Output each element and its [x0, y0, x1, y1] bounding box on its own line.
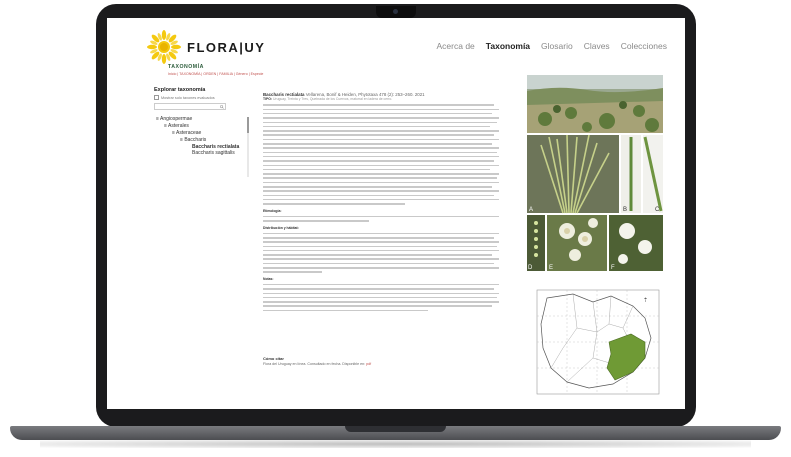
- nav-acerca[interactable]: Acerca de: [437, 41, 475, 51]
- tree-item-asterales[interactable]: ≡ Asterales: [154, 123, 246, 130]
- botanical-plate[interactable]: A B C D E F: [527, 135, 663, 271]
- tree-item-asteraceae[interactable]: ≡ Asteraceae: [154, 130, 246, 137]
- sun-logo-icon: [147, 30, 181, 64]
- svg-text:E: E: [549, 265, 553, 271]
- camera-icon: [393, 9, 398, 14]
- browser-screen: FLORA|UY Acerca de Taxonomía Glosario Cl…: [107, 18, 685, 409]
- distribution-label: Distribución y hábitat:: [263, 225, 299, 230]
- nav-claves[interactable]: Claves: [584, 41, 610, 51]
- svg-text:⇡: ⇡: [643, 297, 648, 304]
- species-authority: Vellarena, Bonif & Heiden, Phytotaxa 478…: [304, 92, 425, 97]
- nav-colecciones[interactable]: Colecciones: [621, 41, 667, 51]
- distribution-map[interactable]: ⇡: [533, 288, 661, 400]
- citation-text: Flora del Uruguay en línea. Consultado e…: [263, 361, 366, 366]
- taxonomy-sidebar: Explorar taxonomía Mostrar solo taxones …: [154, 87, 246, 156]
- svg-text:C: C: [655, 207, 660, 213]
- evaluated-filter[interactable]: Mostrar solo taxones evaluados: [154, 95, 246, 100]
- description-text: [263, 104, 499, 205]
- citation-title: Cómo citar: [263, 356, 284, 361]
- svg-text:F: F: [611, 265, 615, 271]
- citation-block: Cómo citar Flora del Uruguay en línea. C…: [263, 356, 443, 366]
- laptop-shadow: [40, 440, 751, 448]
- tree-item-sagittalis[interactable]: Baccharis sagittalis: [154, 150, 246, 156]
- etymology-label: Etimología:: [263, 208, 282, 213]
- search-icon[interactable]: [220, 104, 224, 109]
- breadcrumb[interactable]: Inicio | TAXONOMÍA | ORDEN | FAMILIA | G…: [168, 72, 263, 76]
- brand-name: FLORA|UY: [187, 39, 266, 55]
- notes-section: Notas:: [263, 276, 499, 312]
- checkbox-label: Mostrar solo taxones evaluados: [161, 95, 215, 100]
- citation-link[interactable]: pdf: [366, 362, 371, 366]
- taxonomy-tree: ≡ Angiospermae ≡ Asterales ≡ Asteraceae …: [154, 116, 246, 156]
- scrollbar-thumb[interactable]: [247, 117, 249, 133]
- camera-notch: [376, 6, 416, 18]
- tree-item-baccharis[interactable]: ≡ Baccharis: [154, 137, 246, 144]
- page-section-title: TAXONOMÍA: [168, 64, 204, 70]
- sidebar-title: Explorar taxonomía: [154, 87, 206, 93]
- sidebar-scrollbar[interactable]: [247, 117, 249, 177]
- etymology-section: Etimología:: [263, 209, 499, 222]
- checkbox-icon[interactable]: [154, 95, 159, 100]
- distribution-section: Distribución y hábitat:: [263, 226, 499, 273]
- type-line: TIPO: Uruguay, Treinta y Tres, Quebrada …: [263, 97, 393, 102]
- search-input[interactable]: [154, 103, 226, 110]
- svg-text:D: D: [528, 265, 533, 271]
- main-nav: Acerca de Taxonomía Glosario Claves Cole…: [437, 41, 667, 51]
- site-logo[interactable]: FLORA|UY: [147, 30, 265, 64]
- laptop-base: [10, 426, 781, 440]
- nav-taxonomia[interactable]: Taxonomía: [486, 41, 530, 51]
- tree-item-angiospermae[interactable]: ≡ Angiospermae: [154, 116, 246, 123]
- svg-text:B: B: [623, 207, 627, 213]
- species-name: Baccharis rectialata: [263, 92, 305, 97]
- species-article: Baccharis rectialata Vellarena, Bonif & …: [263, 92, 499, 315]
- notes-label: Notas:: [263, 276, 274, 281]
- nav-glosario[interactable]: Glosario: [541, 41, 573, 51]
- svg-text:A: A: [529, 207, 533, 213]
- habitat-photo[interactable]: [527, 75, 663, 133]
- trackpad-notch: [345, 426, 446, 432]
